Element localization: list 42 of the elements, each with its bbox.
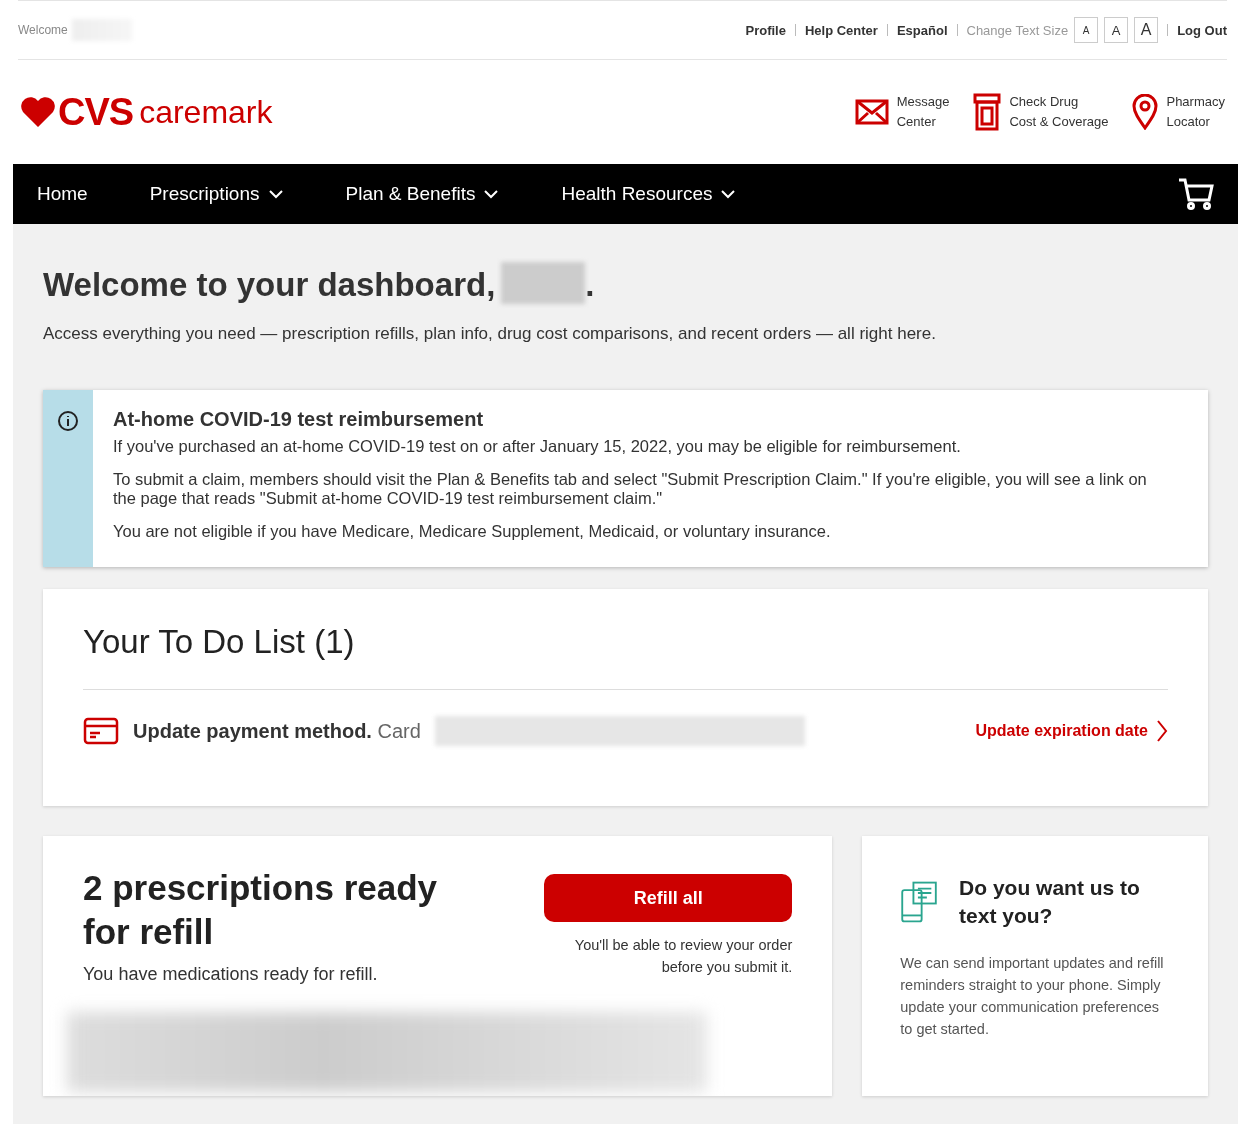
promo-title: Do you want us to text you? [959, 875, 1141, 929]
logo-text: caremark [139, 93, 273, 131]
refill-all-button[interactable]: Refill all [544, 874, 793, 922]
card-icon [83, 716, 119, 746]
refill-title: 2 prescriptions ready for refill [83, 867, 439, 953]
dashboard-subtitle: Access everything you need — prescription refills, plan info, drug cost comparisons, and recent orders — all right here. [43, 324, 937, 344]
header-link[interactable]: Message Center [854, 92, 950, 132]
text-size-label: Change Text Size [966, 22, 1069, 38]
nav-item[interactable]: Prescriptions [149, 183, 284, 205]
nav-item[interactable]: Plan & Benefits [345, 183, 500, 205]
logout-link[interactable]: Log Out [1177, 22, 1227, 38]
text-size-button[interactable]: A [1134, 17, 1159, 43]
top-link[interactable]: Help Center [804, 22, 878, 38]
alert-text: To submit a claim, members should visit the Plan & Benefits tab and select "Submit Prescription Claim." If you're eligible, you will see a link on the page that reads "Submit at-home COVID-19 test reimbursement claim." [113, 470, 1148, 508]
promo-text: We can send important updates and refill reminders straight to your phone. Simply update your communication preferences to get started. [900, 954, 1165, 1039]
logo-text: CVS [58, 90, 134, 134]
top-link[interactable]: Español [896, 22, 948, 38]
nav-item[interactable]: Health Resources [561, 183, 737, 205]
todo-text: Update payment method. Card [133, 719, 421, 743]
info-icon [57, 410, 79, 432]
alert-text: If you've purchased an at-home COVID-19 test on or after January 15, 2022, you may be eligible for reimbursement. [113, 437, 962, 456]
top-link[interactable]: Profile [745, 22, 786, 38]
location-pin-icon [1132, 94, 1159, 130]
welcome-text: Welcome [18, 23, 68, 37]
header-link[interactable]: Check Drug Cost & Coverage [973, 92, 1109, 132]
alert-text: You are not eligible if you have Medicare, Medicare Supplement, Medicaid, or voluntary insurance. [113, 522, 832, 541]
heart-icon [20, 96, 56, 128]
refill-note: You'll be able to review your order before you submit it. [573, 936, 793, 977]
envelope-icon [854, 99, 889, 125]
dashboard-title: Welcome to your dashboard, [43, 266, 496, 304]
text-size-button[interactable]: A [1074, 17, 1099, 43]
nav-item[interactable]: Home [37, 183, 88, 205]
chevron-right-icon [1156, 719, 1168, 743]
pill-bottle-icon [973, 93, 1002, 131]
cart-icon[interactable] [1178, 177, 1214, 211]
header-link[interactable]: Pharmacy Locator [1132, 92, 1225, 132]
refill-subtitle: You have medications ready for refill. [83, 964, 379, 985]
update-link[interactable]: Update expiration date [975, 719, 1168, 743]
todo-title: Your To Do List (1) [83, 623, 356, 661]
alert-title: At-home COVID-19 test reimbursement [113, 408, 485, 431]
title-period: . [585, 266, 595, 304]
text-size-button[interactable]: A [1104, 17, 1129, 43]
